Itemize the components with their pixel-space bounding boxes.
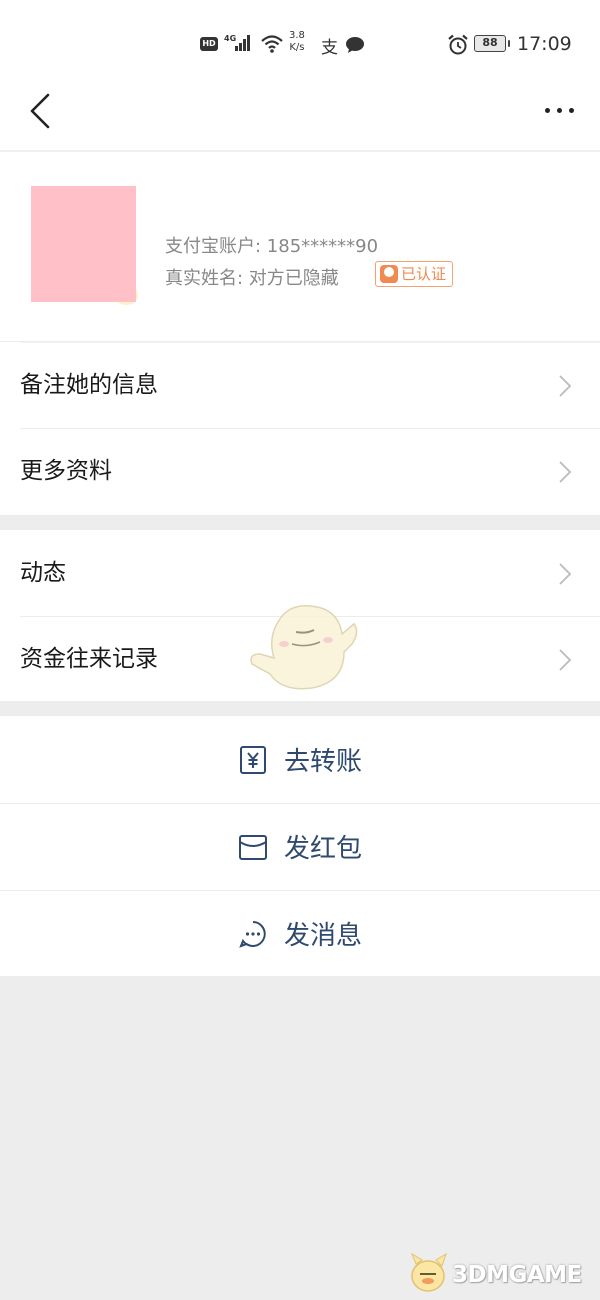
action-list: 去转账 发红包 发消息: [0, 716, 600, 976]
verified-label: 已认证: [401, 265, 447, 283]
chevron-right-icon: [559, 375, 572, 397]
network-speed-value: 3.8: [289, 30, 305, 41]
transfer-button[interactable]: 去转账: [0, 716, 600, 803]
network-speed-unit: K/s: [289, 42, 305, 53]
red-packet-label: 发红包: [283, 834, 362, 864]
real-name: 真实姓名: 对方已隐藏: [165, 268, 339, 289]
mascot-watermark-icon: [250, 605, 358, 690]
list-item-more-profile[interactable]: 更多资料: [0, 428, 600, 514]
list-item-label: 动态: [20, 560, 66, 586]
chevron-left-icon: [30, 93, 50, 129]
message-notification-icon: [345, 36, 365, 58]
battery-indicator: 88: [474, 35, 510, 52]
alipay-notification-icon: 支: [321, 38, 338, 58]
chevron-right-icon: [559, 649, 572, 671]
watermark-text: 3DMGAME: [452, 1262, 582, 1288]
cellular-signal-icon: 4G: [224, 32, 254, 56]
list-item-label: 资金往来记录: [20, 646, 158, 672]
wifi-icon: [260, 34, 284, 58]
nav-bar: [0, 90, 600, 150]
hd-badge: HD: [200, 37, 218, 51]
alarm-clock-icon: [447, 34, 469, 60]
transfer-yuan-icon: [239, 745, 266, 774]
network-speed: 3.8 K/s: [289, 30, 305, 54]
list-item-label: 更多资料: [20, 458, 112, 484]
chat-bubble-icon: [239, 920, 266, 948]
list-item-label: 备注她的信息: [20, 372, 158, 398]
chevron-right-icon: [559, 461, 572, 483]
list-item-remark-info[interactable]: 备注她的信息: [0, 342, 600, 428]
red-packet-button[interactable]: 发红包: [0, 803, 600, 890]
profile-card: 支付宝账户: 185******90 真实姓名: 对方已隐藏 已认证: [0, 151, 600, 341]
status-bar: HD 4G 3.8 K/s 支 88 17:09: [0, 0, 600, 90]
alipay-account: 支付宝账户: 185******90: [165, 236, 379, 257]
transfer-label: 去转账: [283, 747, 362, 777]
chevron-right-icon: [559, 563, 572, 585]
send-message-label: 发消息: [283, 921, 362, 951]
verified-person-icon: [380, 265, 398, 283]
back-button[interactable]: [22, 90, 62, 132]
send-message-button[interactable]: 发消息: [0, 890, 600, 977]
more-options-button[interactable]: [540, 102, 580, 122]
network-type-label: 4G: [224, 34, 236, 43]
info-list: 备注她的信息 更多资料: [0, 342, 600, 515]
avatar[interactable]: [31, 186, 136, 302]
red-packet-icon: [238, 834, 267, 860]
more-dots-icon: [545, 108, 550, 113]
verified-badge: 已认证: [375, 261, 454, 287]
clock-time: 17:09: [517, 33, 572, 55]
